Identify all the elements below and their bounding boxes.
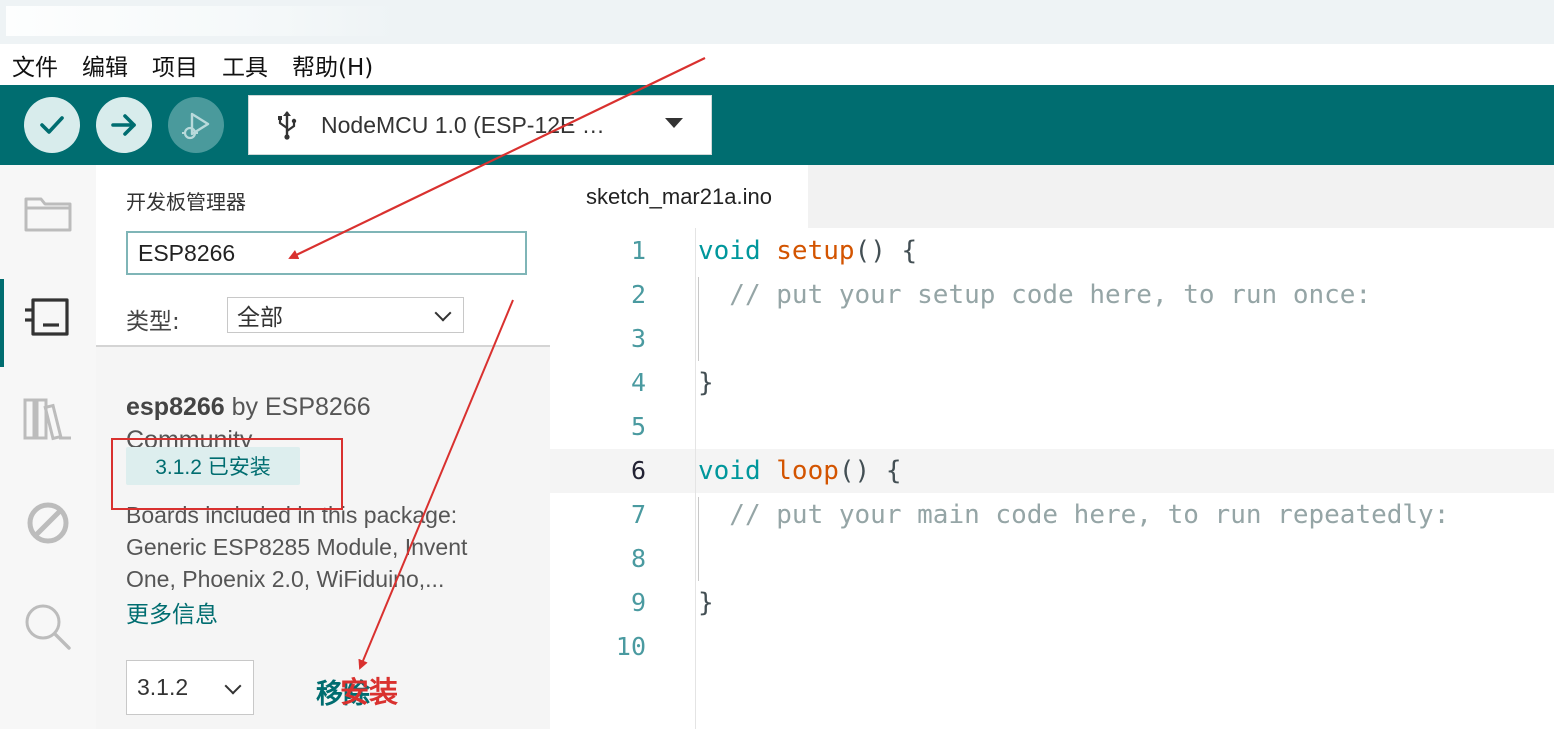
rail-board-manager[interactable]: [0, 273, 96, 367]
panel-title: 开发板管理器: [126, 190, 246, 214]
scope-guide: [698, 497, 699, 581]
toolbar: NodeMCU 1.0 (ESP-12E …: [0, 85, 1554, 165]
window-titlebar: [0, 0, 1554, 44]
code-text: void setup() {: [698, 229, 917, 273]
code-token: loop: [776, 456, 839, 486]
type-filter-value: 全部: [237, 305, 283, 331]
chevron-down-icon: [434, 304, 452, 322]
arrow-right-icon: [111, 114, 136, 136]
upload-button[interactable]: [96, 97, 152, 153]
description-line: Generic ESP8285 Module, Invent: [126, 534, 468, 560]
installed-version-badge: 3.1.2 已安装: [126, 447, 300, 485]
editor-tab-bar: sketch_mar21a.ino: [550, 165, 1554, 228]
line-number: 2: [630, 280, 646, 309]
code-line[interactable]: 9}: [550, 581, 1554, 625]
description-line: Boards included in this package:: [126, 502, 458, 528]
code-line[interactable]: 2 // put your setup code here, to run on…: [550, 273, 1554, 317]
search-icon: [25, 604, 71, 650]
gutter-divider: [695, 228, 696, 729]
verify-button[interactable]: [24, 97, 80, 153]
debug-button[interactable]: [168, 97, 224, 153]
version-select[interactable]: 3.1.2: [126, 660, 254, 715]
line-number: 5: [630, 412, 646, 441]
code-token: setup: [776, 236, 855, 266]
code-token: () {: [854, 236, 918, 266]
description-line: One, Phoenix 2.0, WiFiduino,...: [126, 566, 445, 592]
code-line[interactable]: 4}: [550, 361, 1554, 405]
usb-icon: [278, 111, 297, 140]
menu-edit[interactable]: 编辑: [82, 48, 128, 82]
code-line[interactable]: 7 // put your main code here, to run rep…: [550, 493, 1554, 537]
line-number: 6: [630, 456, 646, 485]
install-label-annotation: 安装: [340, 675, 399, 709]
window-title-blurred: [6, 6, 396, 36]
rail-sketchbook[interactable]: [0, 169, 96, 257]
rail-library-manager[interactable]: [0, 375, 96, 463]
line-number: 7: [630, 500, 646, 529]
debug-off-icon: [27, 502, 69, 544]
line-number: 4: [630, 368, 646, 397]
type-filter-select[interactable]: 全部: [227, 297, 464, 333]
menu-help[interactable]: 帮助(H): [292, 48, 373, 82]
code-token: void: [698, 236, 761, 266]
package-name: esp8266: [126, 393, 225, 421]
more-info-link[interactable]: 更多信息: [126, 595, 218, 629]
code-token: }: [698, 588, 714, 618]
type-filter-label: 类型:: [126, 309, 180, 335]
scope-guide: [698, 277, 699, 361]
board-package-card: esp8266 by ESP8266 Community 3.1.2 已安装 B…: [96, 347, 550, 729]
menu-sketch[interactable]: 项目: [152, 48, 198, 82]
code-token: // put your main code here, to run repea…: [698, 500, 1450, 530]
chevron-down-icon: [224, 677, 242, 695]
code-text: // put your main code here, to run repea…: [698, 493, 1449, 537]
board-selector[interactable]: NodeMCU 1.0 (ESP-12E …: [248, 95, 712, 155]
line-number: 8: [630, 544, 646, 573]
code-text: void loop() {: [698, 449, 902, 493]
library-icon: [23, 398, 71, 441]
code-text: }: [698, 361, 714, 405]
line-number: 1: [630, 236, 646, 265]
board-manager-icon: [25, 298, 69, 336]
code-line[interactable]: 10: [550, 625, 1554, 669]
code-line[interactable]: 5: [550, 405, 1554, 449]
line-number: 10: [615, 632, 646, 661]
code-text: // put your setup code here, to run once…: [698, 273, 1371, 317]
package-description: Boards included in this package: Generic…: [126, 499, 506, 595]
code-line[interactable]: 1 void setup() {: [550, 229, 1554, 273]
menu-bar: 文件 编辑 项目 工具 帮助(H): [0, 44, 1554, 85]
code-editor: sketch_mar21a.ino 1 void setup() {2 // pu…: [550, 165, 1554, 729]
menu-file[interactable]: 文件: [12, 48, 58, 82]
code-token: void: [698, 456, 761, 486]
code-text: }: [698, 581, 714, 625]
code-line[interactable]: 3: [550, 317, 1554, 361]
rail-debug[interactable]: [0, 479, 96, 567]
line-number: 3: [630, 324, 646, 353]
rail-search[interactable]: [0, 583, 96, 671]
package-author-by: by ESP8266: [231, 393, 371, 421]
debug-icon: [182, 112, 210, 140]
board-manager-panel: 开发板管理器 类型: 全部 esp8266 by ESP8266 Communi…: [96, 165, 550, 729]
check-icon: [40, 116, 64, 134]
code-token: }: [698, 368, 714, 398]
menu-tools[interactable]: 工具: [222, 48, 268, 82]
tab-sketch[interactable]: sketch_mar21a.ino: [550, 165, 808, 228]
chevron-down-icon: [665, 118, 683, 128]
code-line[interactable]: 6 void loop() {: [550, 449, 1554, 493]
code-line[interactable]: 8: [550, 537, 1554, 581]
folder-icon: [24, 197, 72, 232]
code-token: // put your setup code here, to run once…: [698, 280, 1372, 310]
board-search-input[interactable]: [126, 231, 527, 275]
activity-rail: [0, 165, 96, 729]
version-value: 3.1.2: [137, 674, 189, 700]
line-number: 9: [630, 588, 646, 617]
code-token: () {: [838, 456, 902, 486]
board-selector-label: NodeMCU 1.0 (ESP-12E …: [321, 111, 605, 138]
